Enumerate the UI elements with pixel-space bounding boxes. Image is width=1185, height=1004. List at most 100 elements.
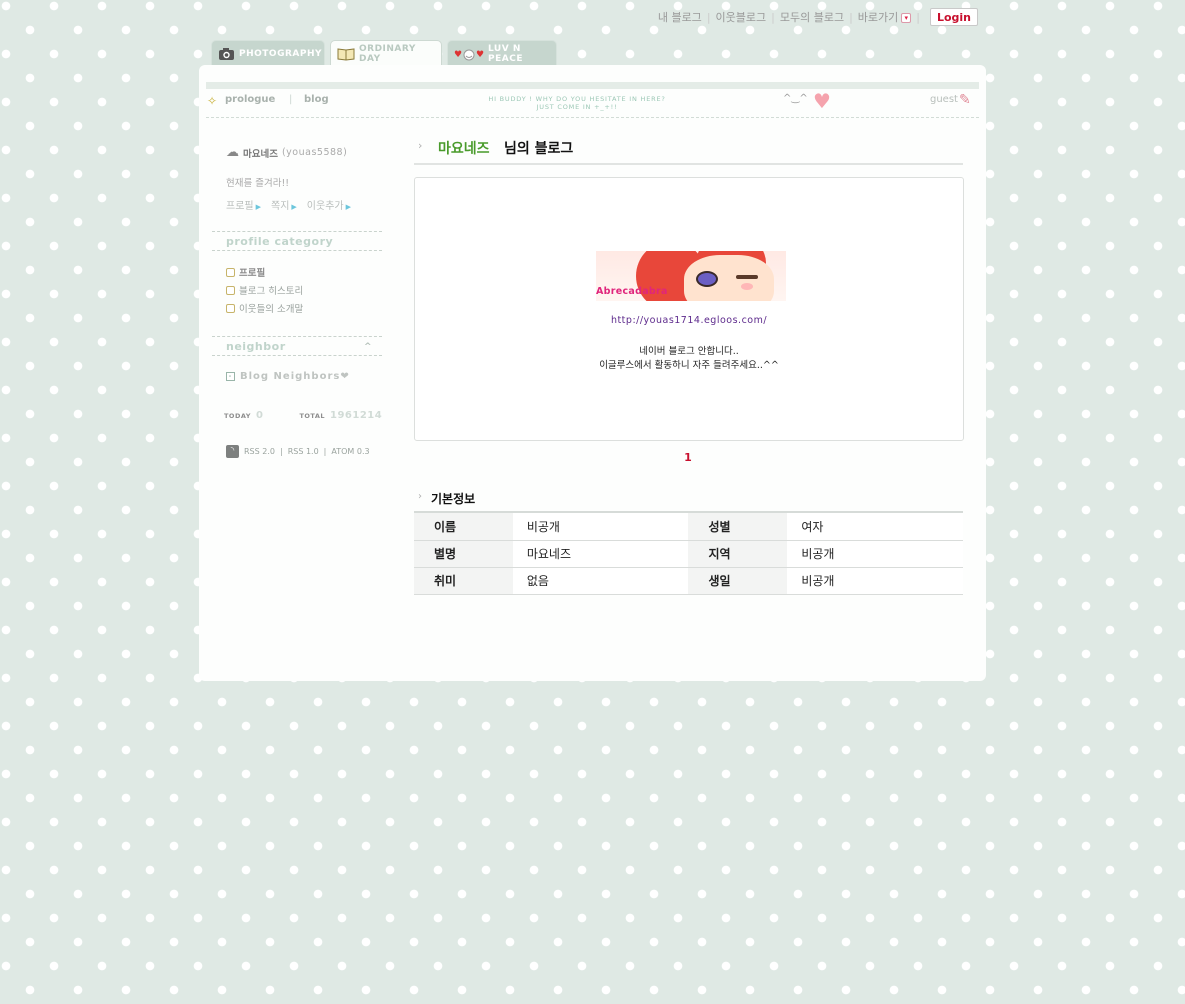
basic-info-table: 이름 비공개 성별 여자 별명 마요네즈 지역 비공개 취미 없음 생일 비공개 [414,513,963,595]
rss-links: ◝ RSS 2.0 | RSS 1.0 | ATOM 0.3 [226,445,370,458]
banner-eye [736,275,758,279]
visit-counter: TODAY 0 TOTAL 1961214 [224,410,382,421]
smiley-face-icon: ^‿^ [783,93,808,104]
separator: | [916,10,920,24]
header-strip [206,82,979,89]
post-line-2: 이글루스에서 활동하니 자주 들려주세요..^^ [599,360,779,371]
everyone-blog-link[interactable]: 모두의 블로그 [775,9,849,25]
info-key: 취미 [414,567,513,595]
checkbox-icon [226,285,235,295]
nav-blog-link[interactable]: blog [304,94,329,105]
login-button[interactable]: Login [930,8,978,26]
nav-divider [206,117,979,118]
table-row: 이름 비공개 성별 여자 [414,513,963,541]
category-item[interactable]: 이웃들의 소개말 [226,299,386,317]
rss-icon: ◝ [226,445,239,458]
info-value: 비공개 [512,513,689,541]
profile-link-label: 프로필 [226,201,254,212]
post-message: 네이버 블로그 안합니다.. 이글루스에서 활동하니 자주 들려주세요..^^ [415,345,963,373]
info-value: 마요네즈 [512,540,689,568]
slogan-line-2: JUST COME IN +_+!! [536,103,618,111]
info-key: 생일 [688,567,788,595]
basic-info-title: 기본정보 [431,492,476,506]
banner-blush [741,283,753,290]
profile-links: 프로필 ▶ 쪽지 ▶ 이웃추가 ▶ [226,197,351,212]
message-link-label: 쪽지 [271,201,290,212]
banner-caption: Abrecadabra [596,286,668,297]
total-value: 1961214 [330,410,383,421]
message-link[interactable]: 쪽지 ▶ [271,197,297,212]
profile-category-list: 프로필 블로그 히스토리 이웃들의 소개말 [226,263,386,317]
blog-container: ✧ prologue | blog HI BUDDY ! WHY DO YOU … [199,65,986,681]
profile-name[interactable]: 마요네즈 [243,146,278,160]
triangle-right-icon: ▶ [345,203,351,211]
separator: | [279,447,283,456]
triangle-right-icon: ▶ [255,203,261,211]
sparkle-icon: ✧ [207,94,218,108]
svg-text:♥: ♥ [476,50,484,60]
atom-link[interactable]: ATOM 0.3 [331,447,369,456]
tab-photography[interactable]: PHOTOGRAPHY [211,40,325,66]
cloud-icon: ☁ [226,145,239,160]
separator: | [289,94,293,105]
shortcut-menu[interactable]: 바로가기 ▾ [853,9,916,25]
tab-luv-n-peace-label: LUV N PEACE [488,43,523,64]
top-utility-bar: 내 블로그 | 이웃블로그 | 모두의 블로그 | 바로가기 ▾ | Login [653,8,978,26]
heart-icon: ♥ [813,89,831,113]
collapse-icon[interactable]: ^ [364,337,372,357]
info-key: 성별 [688,513,788,541]
profile-header: ☁ 마요네즈 (youas5588) [226,145,386,160]
guestbook-link[interactable]: guest [930,94,958,105]
profile-id: (youas5588) [281,147,348,158]
shortcut-label: 바로가기 [857,11,899,24]
category-item[interactable]: 블로그 히스토리 [226,281,386,299]
category-item[interactable]: 프로필 [226,263,386,281]
rss2-link[interactable]: RSS 2.0 [244,447,275,456]
nav-prologue-link[interactable]: prologue [225,94,275,105]
category-tabs: PHOTOGRAPHY ORDINARY DAY ♥ ♥ LUV N PEACE [211,40,557,66]
table-row: 별명 마요네즈 지역 비공개 [414,540,963,568]
add-neighbor-link[interactable]: 이웃추가 ▶ [307,197,351,212]
neighbor-item[interactable]: - Blog Neighbors❤ [226,371,386,382]
neighbor-blog-link[interactable]: 이웃블로그 [711,9,772,25]
profile-status: 현재를 즐겨라!! [226,178,290,189]
profile-link[interactable]: 프로필 ▶ [226,197,261,212]
slogan-line-1: HI BUDDY ! WHY DO YOU HESITATE IN HERE? [488,95,666,103]
rss1-link[interactable]: RSS 1.0 [288,447,319,456]
tab-ordinary-day[interactable]: ORDINARY DAY [330,40,442,66]
tab-luv-n-peace[interactable]: ♥ ♥ LUV N PEACE [447,40,557,66]
info-value: 없음 [512,567,689,595]
svg-text:♥: ♥ [454,50,463,60]
tab-photography-label: PHOTOGRAPHY [239,48,322,59]
neighbor-list: - Blog Neighbors❤ [226,371,386,382]
checkbox-icon [226,267,235,277]
pencil-icon[interactable]: ✎ [959,92,971,108]
basic-info-header: › 기본정보 [414,487,963,513]
info-value: 비공개 [787,567,963,595]
minus-box-icon: - [226,372,235,381]
blog-title: › 마요네즈 님의 블로그 [414,135,963,165]
info-value: 여자 [787,513,963,541]
category-label: 프로필 [239,268,266,279]
blog-owner-name: 마요네즈 [438,141,490,157]
prologue-post: Abrecadabra http://youas1714.egloos.com/… [414,177,964,441]
info-key: 이름 [414,513,513,541]
category-label: 이웃들의 소개말 [239,304,304,315]
smiley-hearts-icon: ♥ ♥ [454,46,484,62]
chevron-right-icon: › [418,139,423,152]
separator: | [323,447,327,456]
tab-ordinary-day-label: ORDINARY DAY [359,43,416,64]
my-blog-link[interactable]: 내 블로그 [653,9,707,25]
post-url-link[interactable]: http://youas1714.egloos.com/ [415,315,963,326]
info-value: 비공개 [787,540,963,568]
blog-nav: ✧ prologue | blog HI BUDDY ! WHY DO YOU … [207,89,977,118]
blog-title-suffix: 님의 블로그 [504,141,574,157]
camera-icon [218,46,235,62]
add-neighbor-link-label: 이웃추가 [306,201,344,212]
blog-slogan: HI BUDDY ! WHY DO YOU HESITATE IN HERE? … [427,95,727,111]
neighbor-label: Blog Neighbors❤ [240,371,350,382]
page-number[interactable]: 1 [414,451,962,464]
today-value: 0 [255,410,264,421]
neighbor-title: neighbor [226,340,286,353]
chevron-right-icon: › [418,491,422,502]
